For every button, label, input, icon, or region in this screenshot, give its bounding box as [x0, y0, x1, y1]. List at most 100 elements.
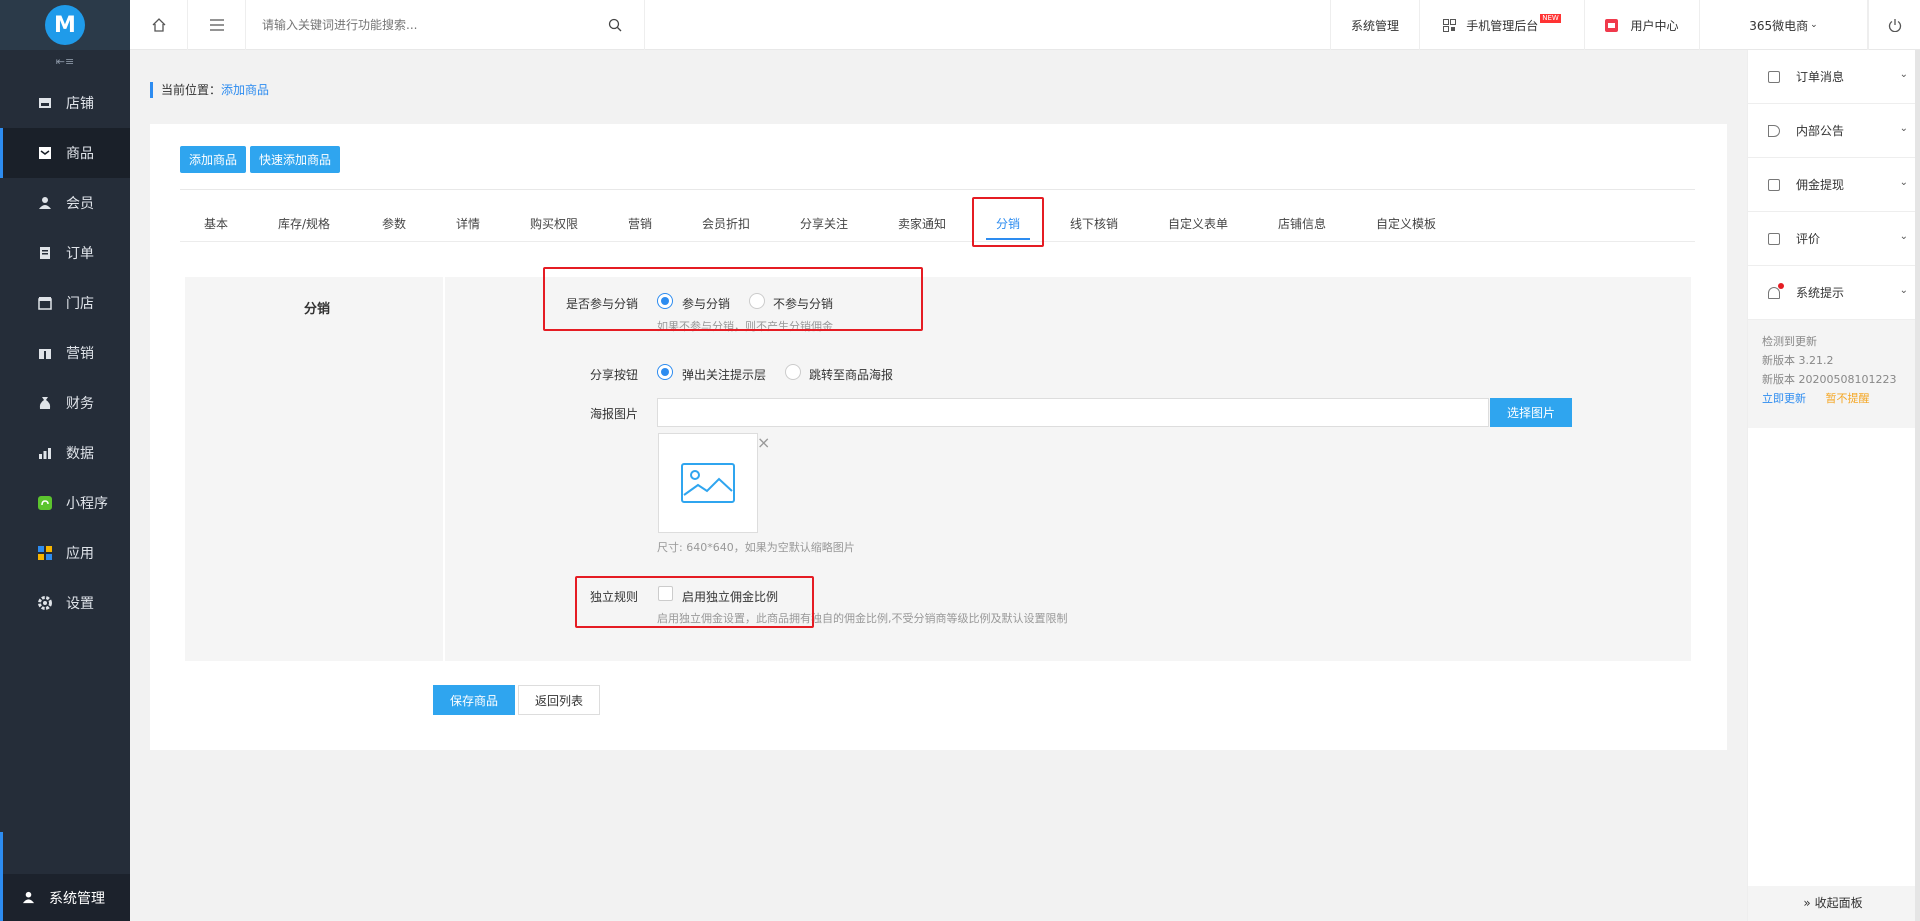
- divider: [180, 189, 1695, 190]
- save-goods-label: 保存商品: [449, 693, 498, 708]
- choose-image-button[interactable]: 选择图片: [1490, 398, 1572, 427]
- sidebar-item-member[interactable]: 会员: [0, 178, 130, 228]
- update-now-link[interactable]: 立即更新: [1762, 392, 1806, 405]
- rp-internal-notice[interactable]: 内部公告 ⌄: [1748, 104, 1918, 158]
- chart-icon: [39, 448, 51, 459]
- menu-toggle-button[interactable]: [188, 0, 246, 50]
- sidebar-item-goods[interactable]: 商品: [0, 128, 130, 178]
- sidebar-item-label: 营销: [66, 346, 94, 362]
- tab-purchase-permission[interactable]: 购买权限: [530, 215, 578, 232]
- choose-image-label: 选择图片: [1506, 406, 1555, 420]
- rp-order-messages[interactable]: 订单消息 ⌄: [1748, 50, 1918, 104]
- order-icon: [40, 247, 50, 259]
- collapse-panel-button[interactable]: » 收起面板: [1748, 886, 1918, 921]
- add-goods-button[interactable]: 添加商品: [180, 146, 246, 173]
- rp-system-tips[interactable]: 系统提示 ⌄: [1748, 266, 1918, 320]
- sidebar-item-label: 门店: [66, 296, 94, 312]
- update-notice: 检测到更新 新版本 3.21.2 新版本 20200508101223 立即更新…: [1748, 320, 1918, 428]
- store-dropdown[interactable]: 365微电商 ⌄: [1700, 0, 1868, 50]
- top-bar: 系统管理 手机管理后台 NEW 用户中心 365微电商 ⌄: [130, 0, 1920, 50]
- tab-offline-verify[interactable]: 线下核销: [1070, 215, 1118, 232]
- sidebar-item-label: 应用: [66, 546, 94, 562]
- sidebar-item-miniapp[interactable]: 小程序: [0, 478, 130, 528]
- sidebar-item-label: 财务: [66, 396, 94, 412]
- search-input[interactable]: [262, 18, 602, 32]
- logout-button[interactable]: [1868, 0, 1920, 50]
- right-panel: 订单消息 ⌄ 内部公告 ⌄ 佣金提现 ⌄ 评价 ⌄ 系统提示 ⌄ 检测到更新 新…: [1747, 50, 1920, 921]
- rp-comments[interactable]: 评价 ⌄: [1748, 212, 1918, 266]
- tab-basic[interactable]: 基本: [204, 215, 228, 232]
- add-goods-label: 添加商品: [188, 153, 237, 167]
- sidebar-item-shop[interactable]: 门店: [0, 278, 130, 328]
- chevron-down-icon: ⌄: [1899, 231, 1908, 242]
- radio-goods-poster[interactable]: [785, 364, 801, 380]
- sidebar-item-order[interactable]: 订单: [0, 228, 130, 278]
- save-goods-button[interactable]: 保存商品: [433, 685, 515, 715]
- poster-image-input[interactable]: [657, 398, 1489, 427]
- tab-member-discount[interactable]: 会员折扣: [702, 215, 750, 232]
- user-center-icon: [1605, 18, 1619, 32]
- system-manage-link[interactable]: 系统管理: [1330, 0, 1420, 50]
- home-icon: [152, 18, 165, 32]
- mobile-admin-label: 手机管理后台: [1466, 18, 1539, 33]
- logo-mark: M: [45, 5, 85, 45]
- highlight-box-tab: [972, 197, 1044, 247]
- sidebar-item-marketing[interactable]: 营销: [0, 328, 130, 378]
- hamburger-icon: [209, 19, 224, 31]
- tab-params[interactable]: 参数: [382, 215, 406, 232]
- user-center-link[interactable]: 用户中心: [1585, 0, 1700, 50]
- highlight-box-participate: [543, 267, 923, 331]
- tab-custom-template[interactable]: 自定义模板: [1376, 215, 1436, 232]
- rp-commission-withdraw[interactable]: 佣金提现 ⌄: [1748, 158, 1918, 212]
- sidebar-item-finance[interactable]: 财务: [0, 378, 130, 428]
- breadcrumb-current[interactable]: 添加商品: [221, 83, 269, 97]
- sidebar-item-settings[interactable]: 设置: [0, 578, 130, 628]
- home-button[interactable]: [130, 0, 188, 50]
- remind-later-link[interactable]: 暂不提醒: [1826, 392, 1870, 405]
- order-message-icon: [1768, 70, 1780, 83]
- tab-marketing[interactable]: 营销: [628, 215, 652, 232]
- goods-icon: [39, 147, 51, 159]
- system-manage-label: 系统管理: [1350, 18, 1399, 33]
- sidebar-item-label: 店铺: [66, 96, 94, 112]
- breadcrumb-prefix: 当前位置：: [161, 83, 222, 97]
- new-badge: NEW: [1540, 13, 1561, 23]
- share-button-label: 分享按钮: [589, 368, 638, 382]
- mobile-admin-link[interactable]: 手机管理后台 NEW: [1420, 0, 1585, 50]
- system-admin-button[interactable]: 系统管理: [0, 832, 130, 921]
- quick-add-goods-button[interactable]: 快速添加商品: [250, 146, 340, 173]
- apps-icon: [38, 546, 52, 560]
- breadcrumb: 当前位置：添加商品: [150, 82, 269, 98]
- announcement-icon: [1768, 124, 1780, 137]
- collapse-menu-icon[interactable]: ⇤≡: [0, 50, 130, 74]
- sidebar-item-store[interactable]: 店铺: [0, 78, 130, 128]
- tab-seller-notify[interactable]: 卖家通知: [898, 215, 946, 232]
- gift-icon: [39, 347, 51, 359]
- rp-item-label: 佣金提现: [1796, 178, 1845, 192]
- radio-popup-follow-label[interactable]: 弹出关注提示层: [682, 366, 766, 383]
- logo[interactable]: M: [0, 0, 130, 50]
- tab-details[interactable]: 详情: [456, 215, 480, 232]
- sidebar-item-apps[interactable]: 应用: [0, 528, 130, 578]
- member-icon: [39, 197, 51, 209]
- chevron-down-icon: ⌄: [1899, 123, 1908, 134]
- radio-goods-poster-label[interactable]: 跳转至商品海报: [809, 366, 893, 383]
- search-bar: [246, 0, 645, 50]
- bell-icon: [1768, 282, 1784, 299]
- tab-stock-spec[interactable]: 库存/规格: [278, 215, 330, 232]
- search-icon[interactable]: [608, 18, 622, 32]
- remove-image-icon[interactable]: ×: [757, 433, 770, 452]
- chevron-down-icon: ⌄: [1899, 69, 1908, 80]
- withdraw-icon: [1768, 178, 1780, 191]
- sidebar-item-data[interactable]: 数据: [0, 428, 130, 478]
- scrollbar[interactable]: [1915, 50, 1920, 921]
- tab-store-info[interactable]: 店铺信息: [1278, 215, 1326, 232]
- poster-thumbnail[interactable]: [658, 433, 758, 533]
- tabs-divider: [180, 241, 1695, 242]
- back-to-list-button[interactable]: 返回列表: [518, 685, 600, 715]
- tab-custom-form[interactable]: 自定义表单: [1168, 215, 1228, 232]
- tab-share-follow[interactable]: 分享关注: [800, 215, 848, 232]
- sidebar-item-label: 商品: [66, 146, 94, 162]
- radio-popup-follow[interactable]: [657, 364, 673, 380]
- sidebar-item-label: 订单: [66, 246, 94, 262]
